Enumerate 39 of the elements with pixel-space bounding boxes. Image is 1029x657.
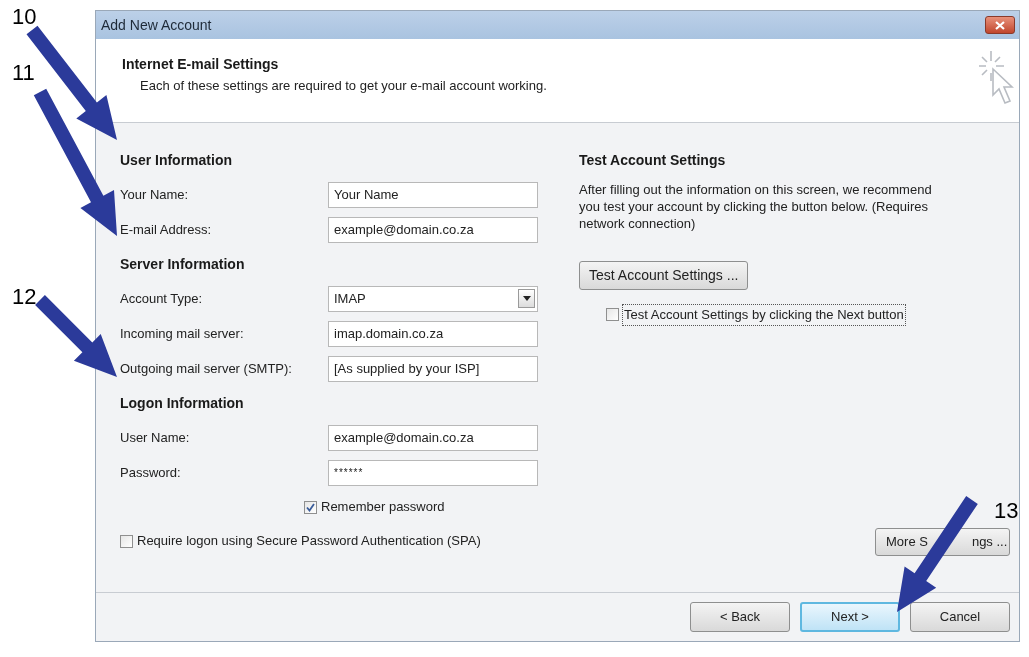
window-title: Add New Account (101, 15, 212, 35)
input-field[interactable]: example@domain.co.za (328, 216, 538, 243)
close-button[interactable] (985, 16, 1015, 34)
checkbox[interactable] (120, 534, 133, 548)
annotation-number: 11 (12, 62, 35, 84)
password-field[interactable]: ****** (328, 459, 538, 486)
section-heading: Logon Information (120, 393, 244, 413)
input-field[interactable]: [As supplied by your ISP] (328, 355, 538, 382)
field-label: User Name: (120, 428, 191, 447)
description-text: After filling out the information on this screen, we recommend you test your account by clicking the button below. (Requires network connection) (579, 181, 933, 232)
field-label: Account Type: (120, 289, 204, 308)
field-label: Password: (120, 463, 182, 482)
dialog-button[interactable]: Next > (800, 602, 900, 632)
dialog-button[interactable]: < Back (690, 602, 790, 632)
input-field[interactable]: Your Name (328, 181, 538, 208)
header-subtitle: Each of these settings are required to get your e-mail account working. (139, 77, 547, 95)
checkbox-label: Test Account Settings by clicking the Next button (622, 304, 906, 326)
field-label: E-mail Address: (120, 220, 213, 239)
field-label: Incoming mail server: (120, 324, 245, 343)
checkbox[interactable] (304, 500, 317, 514)
annotation-number: 13 (994, 500, 1019, 522)
checkbox-label: Require logon using Secure Password Authentication (SPA) (137, 532, 481, 551)
section-heading: Server Information (120, 254, 245, 274)
account-type-dropdown[interactable]: IMAP (328, 285, 538, 312)
section-heading: User Information (120, 150, 232, 170)
field-label: Outgoing mail server (SMTP): (120, 359, 293, 378)
annotation-number: 10 (12, 6, 37, 28)
input-field[interactable]: imap.domain.co.za (328, 320, 538, 347)
test-account-settings-button[interactable]: Test Account Settings ... (579, 261, 749, 290)
field-label: Your Name: (120, 185, 190, 204)
header-title: Internet E-mail Settings (122, 55, 280, 74)
dialog-button[interactable]: Cancel (910, 602, 1010, 632)
annotation-number: 12 (12, 286, 37, 308)
cursor-click-icon (977, 49, 1015, 107)
section-heading: Test Account Settings (579, 150, 726, 170)
input-field[interactable]: example@domain.co.za (328, 424, 538, 451)
checkbox[interactable] (606, 308, 619, 322)
close-icon (995, 20, 1005, 30)
checkbox-label: Remember password (321, 498, 445, 517)
